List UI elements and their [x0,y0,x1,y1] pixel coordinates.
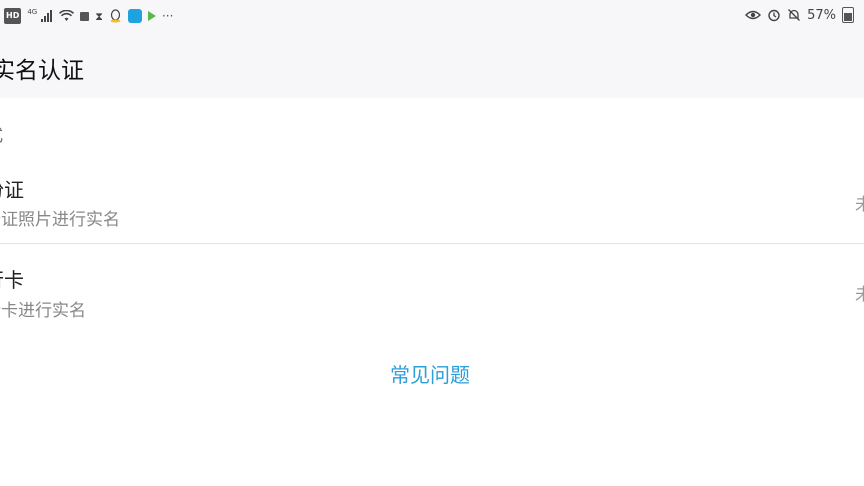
wifi-icon [59,9,75,23]
title-bar: 实名认证 [0,34,864,98]
eye-comfort-icon [745,8,762,22]
notification-square-icon [80,9,90,23]
video-play-icon [147,9,156,23]
option-status: 未 [855,285,864,305]
hd-icon: HD [4,8,22,24]
option-subtitle: 行卡进行实名 [0,301,86,321]
option-bank-card[interactable]: 行卡 行卡进行实名 未 [0,244,864,328]
battery-icon [842,7,854,23]
page-title: 实名认证 [0,58,84,84]
faq-link[interactable]: 常见问题 [390,359,470,388]
app-icon [127,9,142,23]
mute-bell-icon [787,8,801,22]
alarm-icon [767,8,781,22]
more-notifications-icon: ··· [161,9,174,23]
status-right-icons: 57% [745,7,854,23]
section-label: 式 [0,121,3,146]
option-id-card[interactable]: 份证 份证照片进行实名 未 [0,160,864,244]
option-status: 未 [855,195,864,215]
network-type-label: 4G [27,7,38,16]
option-title: 份证 [0,178,24,202]
option-title: 行卡 [0,268,24,292]
qq-icon [109,9,122,23]
battery-percent: 57% [807,7,836,23]
status-left-icons: HD 4G ⧗ ··· [4,8,173,24]
signal-icon [39,10,53,22]
status-bar: HD 4G ⧗ ··· 57% [0,0,864,34]
hourglass-icon: ⧗ [95,9,103,23]
option-subtitle: 份证照片进行实名 [0,210,120,230]
